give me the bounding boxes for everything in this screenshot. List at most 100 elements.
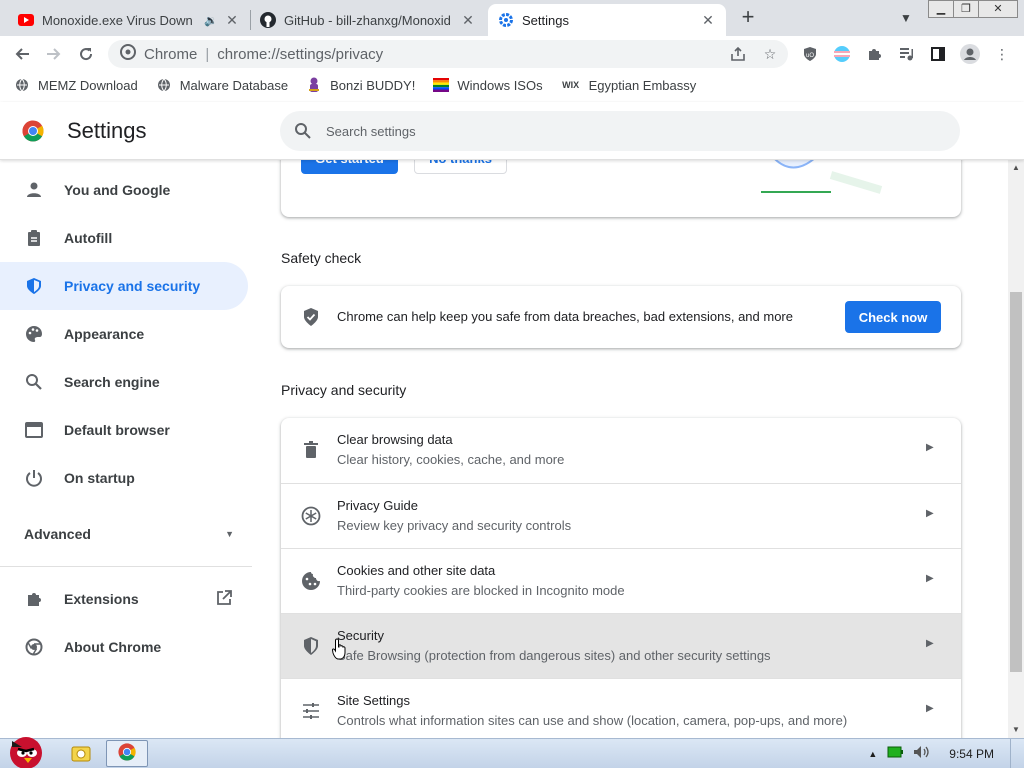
show-hidden-icons-icon[interactable]: ▲	[868, 749, 877, 759]
omnibox-chrome-label: Chrome	[144, 45, 198, 63]
forward-button[interactable]	[40, 40, 68, 68]
sidebar-item-autofill[interactable]: Autofill	[0, 214, 248, 262]
sidebar-item-label: Default browser	[64, 422, 170, 438]
sidebar-advanced-toggle[interactable]: Advanced ▼	[24, 526, 234, 542]
url-text[interactable]: chrome://settings/privacy	[217, 46, 383, 63]
reload-button[interactable]	[72, 40, 100, 68]
power-icon	[24, 468, 44, 488]
maximize-button[interactable]: ❐	[953, 0, 979, 18]
arrow-right-icon: ▶	[926, 573, 934, 584]
close-icon[interactable]: ✕	[224, 12, 240, 28]
arrow-right-icon: ▶	[926, 703, 934, 714]
back-arrow-icon	[15, 48, 29, 60]
chrome-icon[interactable]	[120, 44, 136, 64]
globe-icon	[156, 77, 172, 93]
sidebar-item-privacy-and-security[interactable]: Privacy and security	[0, 262, 248, 310]
person-icon	[24, 180, 44, 200]
sidebar-item-about-chrome[interactable]: About Chrome	[0, 623, 248, 671]
bookmark-windows-isos[interactable]: Windows ISOs	[433, 77, 543, 93]
chrome-icon	[24, 637, 44, 657]
sidebar-item-you-and-google[interactable]: You and Google	[0, 166, 248, 214]
ublock-icon[interactable]: uO	[800, 44, 820, 64]
tab-title: GitHub - bill-zhanxg/Monoxid	[284, 12, 451, 28]
bookmarks-bar: MEMZ Download Malware Database Bonzi BUD…	[0, 72, 1024, 98]
bookmark-egyptian-embassy[interactable]: WIX Egyptian Embassy	[561, 77, 697, 93]
volume-icon[interactable]	[913, 745, 931, 762]
gear-icon	[498, 12, 514, 28]
get-started-button[interactable]: Get started	[301, 160, 398, 174]
row-privacy-guide[interactable]: Privacy Guide Review key privacy and sec…	[281, 483, 961, 548]
sidebar-item-search-engine[interactable]: Search engine	[0, 358, 248, 406]
privacy-promo-card: Get started No thanks	[281, 160, 961, 217]
clock[interactable]: 9:54 PM	[949, 747, 994, 761]
close-icon[interactable]: ✕	[700, 12, 716, 28]
scroll-down-arrow-icon[interactable]: ▼	[1008, 722, 1024, 738]
search-settings-input[interactable]: Search settings	[280, 111, 960, 151]
side-panel-icon[interactable]	[928, 44, 948, 64]
speaker-icon[interactable]: 🔉	[204, 14, 218, 27]
bookmark-star-icon[interactable]: ☆	[760, 44, 780, 64]
scrollbar-thumb[interactable]	[1010, 292, 1022, 672]
bookmark-malware-database[interactable]: Malware Database	[156, 77, 288, 93]
sidebar-item-label: About Chrome	[64, 639, 162, 655]
new-tab-button[interactable]: +	[736, 6, 760, 30]
back-button[interactable]	[8, 40, 36, 68]
shield-check-icon	[301, 307, 321, 330]
tab-search-chevron-icon[interactable]: ▼	[896, 8, 916, 28]
rainbow-flag-icon	[433, 77, 450, 93]
sidebar-item-label: Extensions	[64, 591, 139, 607]
share-icon[interactable]	[728, 44, 748, 64]
address-bar[interactable]: Chrome | chrome://settings/privacy	[108, 40, 788, 68]
settings-header: Settings Search settings	[0, 102, 1024, 160]
trans-flag-extension-icon[interactable]	[832, 44, 852, 64]
minimize-button[interactable]: ▁	[928, 0, 954, 18]
bookmark-label: Malware Database	[179, 77, 289, 93]
search-icon	[295, 123, 311, 139]
bookmark-label: Egyptian Embassy	[588, 77, 697, 93]
taskbar-app-icon[interactable]	[70, 743, 92, 765]
tab-strip: Monoxide.exe Virus Down 🔉 ✕ GitHub - bil…	[0, 0, 1024, 36]
kebab-menu-icon[interactable]: ⋮	[992, 44, 1012, 64]
sidebar-item-extensions[interactable]: Extensions	[0, 575, 248, 623]
row-cookies-and-site-data[interactable]: Cookies and other site data Third-party …	[281, 548, 961, 613]
puzzle-icon	[24, 589, 44, 609]
bookmark-memz[interactable]: MEMZ Download	[14, 77, 138, 93]
tab-github[interactable]: GitHub - bill-zhanxg/Monoxid ✕	[250, 4, 486, 36]
window-close-button[interactable]: ✕	[978, 0, 1018, 18]
check-now-button[interactable]: Check now	[845, 301, 941, 333]
clipboard-icon	[24, 228, 44, 248]
advanced-label: Advanced	[24, 526, 91, 542]
close-icon[interactable]: ✕	[460, 12, 476, 28]
row-subtitle: Review key privacy and security controls	[337, 518, 572, 533]
reload-icon	[80, 48, 93, 61]
page-scrollbar[interactable]: ▲ ▼	[1008, 160, 1024, 738]
wix-icon: WIX	[562, 80, 580, 90]
sidebar-item-on-startup[interactable]: On startup	[0, 454, 248, 502]
sidebar-item-appearance[interactable]: Appearance	[0, 310, 248, 358]
start-button-bird-icon[interactable]	[4, 731, 48, 768]
bookmark-bonzi-buddy[interactable]: Bonzi BUDDY!	[306, 77, 415, 93]
sliders-icon	[301, 701, 321, 721]
scroll-up-arrow-icon[interactable]: ▲	[1008, 160, 1024, 176]
row-clear-browsing-data[interactable]: Clear browsing data Clear history, cooki…	[281, 418, 961, 483]
row-subtitle: Third-party cookies are blocked in Incog…	[337, 583, 625, 598]
chrome-logo-icon	[118, 743, 136, 764]
taskbar-chrome-button[interactable]	[106, 740, 148, 767]
row-security[interactable]: Security Safe Browsing (protection from …	[281, 613, 961, 678]
tab-youtube[interactable]: Monoxide.exe Virus Down 🔉 ✕	[8, 4, 250, 36]
arrow-right-icon: ▶	[926, 508, 934, 519]
battery-icon[interactable]	[887, 746, 904, 761]
media-control-icon[interactable]	[896, 44, 916, 64]
omnibox-separator: |	[205, 45, 210, 63]
profile-avatar-icon[interactable]	[960, 44, 980, 64]
puzzle-icon[interactable]	[864, 44, 884, 64]
sidebar-item-label: On startup	[64, 470, 135, 486]
sidebar-item-label: You and Google	[64, 182, 171, 198]
tab-settings[interactable]: Settings ✕	[488, 4, 726, 36]
sidebar-item-default-browser[interactable]: Default browser	[0, 406, 248, 454]
no-thanks-button[interactable]: No thanks	[414, 160, 507, 174]
row-site-settings[interactable]: Site Settings Controls what information …	[281, 678, 961, 738]
windows-taskbar: ▲ 9:54 PM	[0, 737, 1024, 768]
page-title: Settings	[67, 118, 147, 143]
show-desktop-button[interactable]	[1010, 739, 1024, 768]
